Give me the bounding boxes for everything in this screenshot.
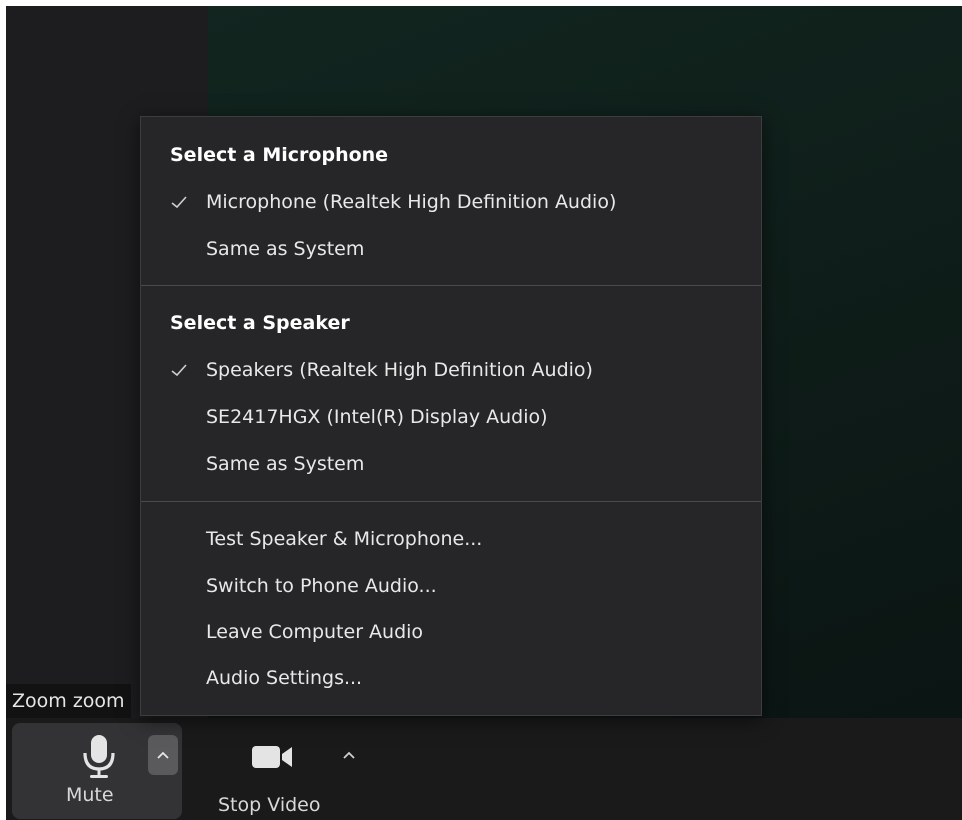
menu-item-leave-computer-audio[interactable]: Leave Computer Audio [141, 611, 761, 653]
microphone-icon [83, 735, 115, 778]
menu-item-speakers-realtek[interactable]: Speakers (Realtek High Definition Audio) [141, 349, 761, 391]
chevron-up-icon [343, 751, 355, 759]
video-camera-icon [252, 746, 292, 768]
audio-options-menu: Select a Microphone Microphone (Realtek … [140, 116, 762, 716]
menu-item-speaker-se2417hgx[interactable]: SE2417HGX (Intel(R) Display Audio) [141, 396, 761, 438]
menu-item-label: Same as System [206, 453, 365, 475]
mute-label: Mute [66, 784, 114, 806]
menu-divider [141, 285, 761, 286]
checkmark-icon [171, 364, 187, 377]
menu-item-microphone-realtek[interactable]: Microphone (Realtek High Definition Audi… [141, 181, 761, 223]
menu-item-speaker-same-as-system[interactable]: Same as System [141, 443, 761, 485]
meeting-window: Zoom zoom Mute Stop Video Select a Micro… [6, 6, 962, 820]
mute-button[interactable]: Mute [12, 723, 182, 819]
menu-item-label: Switch to Phone Audio... [206, 575, 437, 597]
menu-item-label: Audio Settings... [206, 667, 363, 689]
menu-divider [141, 501, 761, 502]
menu-item-microphone-same-as-system[interactable]: Same as System [141, 228, 761, 270]
menu-item-audio-settings[interactable]: Audio Settings... [141, 657, 761, 699]
menu-item-label: SE2417HGX (Intel(R) Display Audio) [206, 406, 548, 428]
stop-video-label: Stop Video [218, 794, 321, 816]
menu-item-label: Speakers (Realtek High Definition Audio) [206, 359, 593, 381]
menu-item-label: Same as System [206, 238, 365, 260]
chevron-up-icon [157, 751, 169, 759]
participant-name-label: Zoom zoom [6, 684, 131, 718]
menu-item-label: Test Speaker & Microphone... [206, 528, 483, 550]
audio-options-button[interactable] [148, 735, 178, 775]
video-options-button[interactable] [334, 735, 364, 775]
menu-item-switch-to-phone-audio[interactable]: Switch to Phone Audio... [141, 565, 761, 607]
select-speaker-heading: Select a Speaker [170, 312, 350, 334]
menu-item-label: Leave Computer Audio [206, 621, 424, 643]
menu-item-test-speaker-microphone[interactable]: Test Speaker & Microphone... [141, 518, 761, 560]
meeting-toolbar: Mute Stop Video [6, 718, 962, 820]
stop-video-button[interactable]: Stop Video [206, 723, 376, 819]
checkmark-icon [171, 196, 187, 209]
select-microphone-heading: Select a Microphone [170, 144, 389, 166]
menu-item-label: Microphone (Realtek High Definition Audi… [206, 191, 617, 213]
